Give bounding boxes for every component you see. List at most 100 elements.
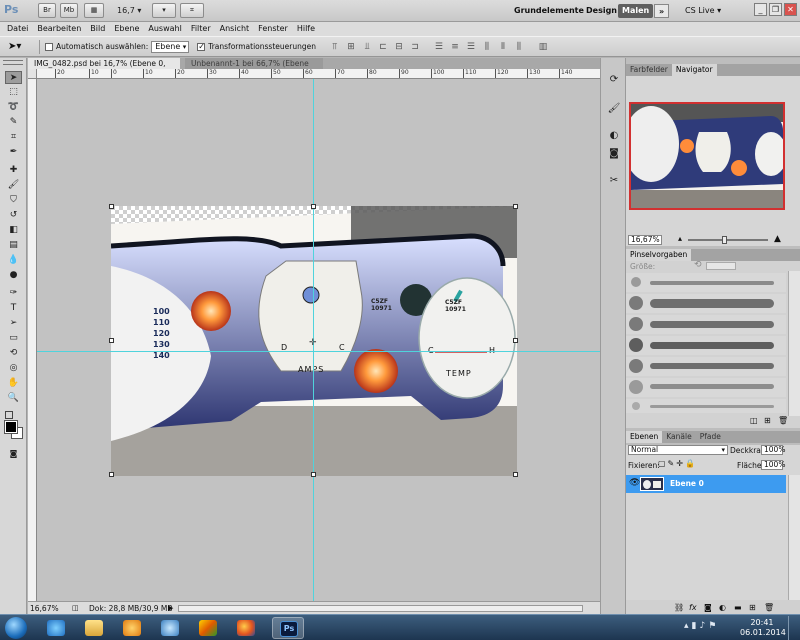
- tool-presets-panel-icon[interactable]: ✂: [606, 173, 622, 188]
- show-desktop-button[interactable]: [788, 616, 800, 640]
- link-layers-icon[interactable]: ⛓: [674, 603, 689, 612]
- pen-tool-icon[interactable]: ✑: [5, 287, 22, 300]
- align-right-icon[interactable]: ⊐: [408, 41, 422, 53]
- align-top-icon[interactable]: ⫪: [328, 41, 342, 53]
- 3d-rotate-tool-icon[interactable]: ⟲: [5, 347, 22, 360]
- cs-live-button[interactable]: CS Live ▾: [685, 4, 721, 18]
- eyedropper-tool-icon[interactable]: ✒: [5, 146, 22, 159]
- status-zoom[interactable]: 16,67%: [30, 604, 59, 613]
- status-options-icon[interactable]: ◫: [72, 604, 79, 612]
- workspace-malen[interactable]: Malen: [618, 4, 654, 18]
- ruler-origin[interactable]: [28, 69, 37, 79]
- grid-icon[interactable]: ▦: [84, 3, 104, 18]
- 3d-orbit-tool-icon[interactable]: ◎: [5, 362, 22, 375]
- zoom-in-icon[interactable]: ▲: [774, 234, 781, 244]
- brush-panel-options-icon[interactable]: ◫: [750, 416, 758, 425]
- taskbar-explorer[interactable]: [78, 617, 110, 639]
- delete-brush-icon[interactable]: 🗑: [778, 416, 788, 425]
- new-layer-icon[interactable]: ⊞: [749, 603, 764, 612]
- taskbar-firefox[interactable]: [230, 617, 262, 639]
- distribute-left-icon[interactable]: ⫼: [480, 41, 494, 53]
- status-menu-arrow-icon[interactable]: ▶: [168, 604, 173, 612]
- masks-panel-icon[interactable]: ◙: [606, 146, 622, 161]
- transform-center-icon[interactable]: ✛: [309, 338, 317, 348]
- tab-pfade[interactable]: Pfade: [696, 431, 725, 443]
- more-workspaces-button[interactable]: »: [654, 4, 670, 18]
- zoom-tool-icon[interactable]: 🔍: [5, 392, 22, 405]
- tab-img-0482[interactable]: IMG_0482.psd bei 16,7% (Ebene 0, RGB/8) …: [28, 58, 180, 79]
- brush-preset[interactable]: [626, 294, 786, 313]
- crop-tool-icon[interactable]: ⌗: [5, 131, 22, 144]
- brush-preset[interactable]: [626, 273, 786, 292]
- brush-panel-icon[interactable]: 🖌: [606, 101, 622, 116]
- tab-navigator[interactable]: Navigator: [671, 64, 717, 76]
- tab-kanaele[interactable]: Kanäle: [662, 431, 695, 443]
- vertical-ruler[interactable]: [28, 79, 37, 601]
- distribute-vcenter-icon[interactable]: ≡: [448, 41, 462, 53]
- horizontal-guide[interactable]: [37, 351, 600, 352]
- tab-ebenen[interactable]: Ebenen: [626, 431, 663, 443]
- horizontal-ruler[interactable]: 20 10 0 10 20 30 40 50 60 70 80 90 100 1…: [37, 69, 600, 79]
- menu-filter[interactable]: Filter: [188, 22, 214, 36]
- zoom-level-field[interactable]: 16,7 ▾: [117, 4, 157, 18]
- restore-button[interactable]: ❐: [769, 3, 782, 16]
- minibridge-icon[interactable]: Mb: [60, 3, 78, 18]
- transform-handle[interactable]: [109, 204, 114, 209]
- new-brush-icon[interactable]: ⊞: [764, 416, 771, 425]
- layer-style-icon[interactable]: fx: [689, 603, 704, 612]
- workspace-grundelemente[interactable]: Grundelemente: [510, 4, 588, 18]
- clone-stamp-tool-icon[interactable]: ⛉: [5, 194, 22, 207]
- gradient-tool-icon[interactable]: ▤: [5, 239, 22, 252]
- align-left-icon[interactable]: ⊏: [376, 41, 390, 53]
- close-button[interactable]: ✕: [784, 3, 797, 16]
- navigator-zoom-slider[interactable]: [688, 239, 768, 241]
- quick-mask-icon[interactable]: ◙: [5, 447, 22, 460]
- menu-bild[interactable]: Bild: [87, 22, 108, 36]
- tab-farbfelder[interactable]: Farbfelder: [626, 64, 672, 76]
- marquee-tool-icon[interactable]: ⬚: [5, 86, 22, 99]
- start-button[interactable]: [5, 617, 27, 639]
- brush-preset[interactable]: [626, 357, 786, 376]
- horizontal-scrollbar[interactable]: [178, 605, 583, 612]
- distribute-bottom-icon[interactable]: ☰: [464, 41, 478, 53]
- navigator-zoom-field[interactable]: 16,67%: [628, 235, 662, 245]
- tab-unbenannt-1[interactable]: Unbenannt-1 bei 66,7% (Ebene 0, RGB/8) ×: [185, 58, 323, 79]
- new-group-icon[interactable]: ▬: [734, 603, 749, 612]
- brush-list-scrollbar[interactable]: [788, 271, 800, 416]
- transform-handle[interactable]: [109, 472, 114, 477]
- tab-pinselvorgaben[interactable]: Pinselvorgaben: [626, 249, 692, 261]
- transform-handle[interactable]: [311, 472, 316, 477]
- foreground-color-swatch[interactable]: [4, 420, 18, 434]
- eraser-tool-icon[interactable]: ◧: [5, 224, 22, 237]
- move-tool-preset-icon[interactable]: ➤▾: [8, 41, 34, 52]
- distribute-hcenter-icon[interactable]: ⦀: [496, 41, 510, 53]
- lock-icons[interactable]: ▢✎✛🔒: [658, 459, 697, 468]
- taskbar-network[interactable]: [154, 617, 186, 639]
- transform-handle[interactable]: [513, 472, 518, 477]
- brush-tool-icon[interactable]: 🖌: [5, 179, 22, 192]
- brush-size-field[interactable]: [706, 262, 736, 270]
- history-brush-tool-icon[interactable]: ↺: [5, 209, 22, 222]
- zoom-out-icon[interactable]: ▴: [678, 234, 682, 243]
- menu-bearbeiten[interactable]: Bearbeiten: [34, 22, 84, 36]
- menu-ebene[interactable]: Ebene: [111, 22, 142, 36]
- transform-handle[interactable]: [109, 338, 114, 343]
- navigator-zoom-slider-knob[interactable]: [722, 236, 727, 244]
- workspace-design[interactable]: Design: [582, 4, 621, 18]
- lasso-tool-icon[interactable]: ➰: [5, 101, 22, 114]
- move-tool-icon[interactable]: ➤: [5, 71, 22, 84]
- navigator-preview[interactable]: [629, 102, 785, 210]
- transform-controls-checkbox[interactable]: [197, 42, 206, 51]
- delete-layer-icon[interactable]: 🗑: [764, 603, 779, 612]
- arrange-icon[interactable]: ▾: [152, 3, 176, 18]
- canvas-area[interactable]: C5ZF 10971 C5ZF 10971 D C AMPS C H TEMP …: [37, 79, 600, 601]
- brush-preset[interactable]: [626, 315, 786, 334]
- default-colors-icon[interactable]: [5, 411, 13, 419]
- brush-preset[interactable]: [626, 336, 786, 355]
- type-tool-icon[interactable]: T: [5, 302, 22, 315]
- layer-visibility-eye-icon[interactable]: 👁: [629, 478, 640, 488]
- menu-ansicht[interactable]: Ansicht: [217, 22, 253, 36]
- taskbar-game[interactable]: [192, 617, 224, 639]
- system-tray-icons[interactable]: ▴▮♪⚑: [684, 621, 719, 631]
- distribute-top-icon[interactable]: ☰: [432, 41, 446, 53]
